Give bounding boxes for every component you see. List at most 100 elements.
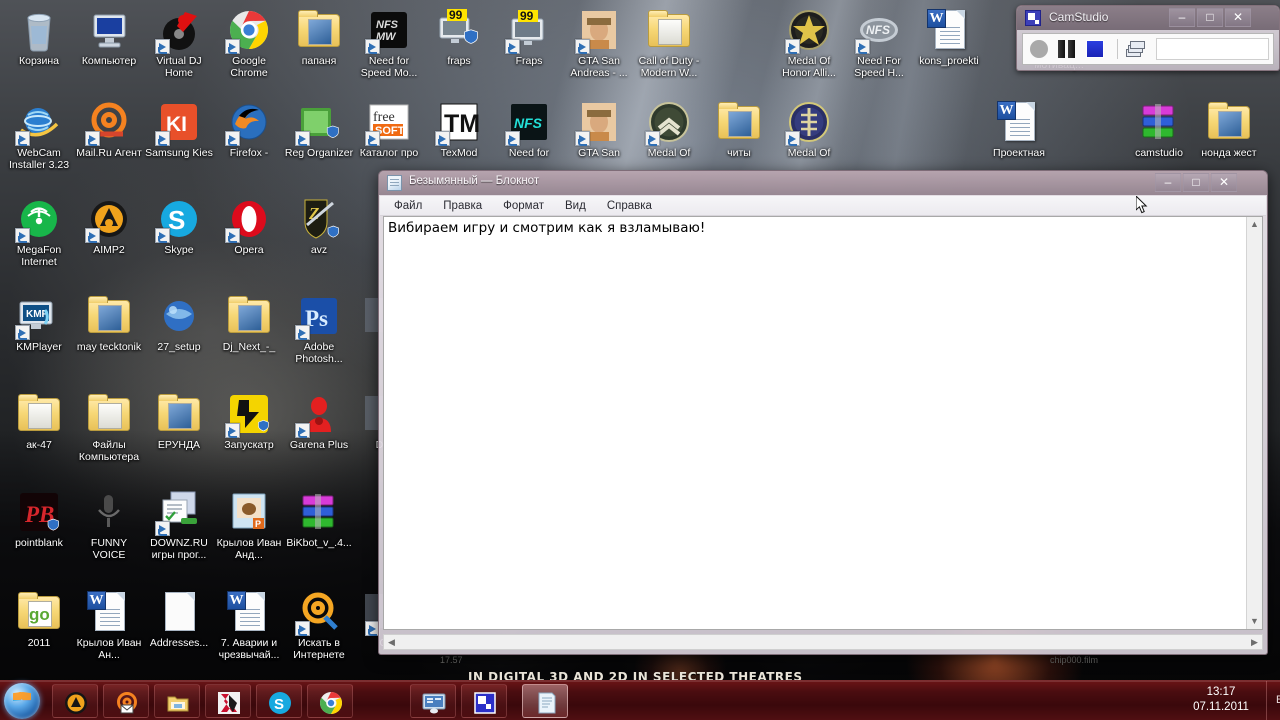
desktop-icon-garena[interactable]: Garena Plus [284, 390, 354, 452]
desktop-icon-folder-open[interactable]: Файлы Компьютера [74, 390, 144, 463]
desktop-icon-folder-pic[interactable]: may tecktonik [74, 292, 144, 354]
taskbar-item-system-app[interactable] [410, 684, 456, 718]
desktop-icon-chrome[interactable]: Google Chrome [214, 6, 284, 79]
shortcut-arrow-icon [575, 131, 590, 146]
camstudio-maximize-button[interactable]: □ [1197, 8, 1223, 27]
desktop-icon-avz[interactable]: Zavz [284, 195, 354, 257]
desktop-icon-aimp[interactable]: AIMP2 [74, 195, 144, 257]
menu-item-view[interactable]: Вид [563, 199, 588, 213]
stop-icon[interactable] [1083, 37, 1107, 61]
desktop-icon-nfs-mw[interactable]: NFS MW Need for Speed Mo... [354, 6, 424, 79]
desktop-icon-moh-blue[interactable]: Medal Of [774, 98, 844, 160]
notepad-maximize-button[interactable]: □ [1183, 173, 1209, 192]
desktop-icon-recycle-bin[interactable]: Корзина [4, 6, 74, 68]
taskbar-item-kaspersky[interactable] [205, 684, 251, 718]
desktop-icon-nfs-hot[interactable]: NFS Need For Speed H... [844, 6, 914, 79]
desktop-icon-folder-pic[interactable]: Dj_Next_-_ [214, 292, 284, 354]
fraps-icon: 99 [505, 6, 553, 54]
desktop-icon-word-doc[interactable]: W 7. Аварии и чрезвычай... [214, 588, 284, 661]
desktop-icon-word-doc[interactable]: Wkons_proekti [914, 6, 984, 68]
taskbar-item-explorer-folder[interactable] [154, 684, 200, 718]
desktop-icon-winrar[interactable]: camstudio [1124, 98, 1194, 160]
desktop-icon-blank-doc[interactable]: Addresses... [144, 588, 214, 650]
desktop-icon-word-doc[interactable]: W Проектная [984, 98, 1054, 160]
desktop-icon-mailru-search[interactable]: Искать в Интернете [284, 588, 354, 661]
camstudio-close-button[interactable]: ✕ [1225, 8, 1251, 27]
desktop-icon-virtualdj[interactable]: Virtual DJ Home [144, 6, 214, 79]
menu-item-edit[interactable]: Правка [441, 199, 484, 213]
layers-icon[interactable] [1124, 37, 1148, 61]
notepad-window[interactable]: Безымянный — Блокнот – □ ✕ Файл Правка Ф… [378, 170, 1268, 655]
show-desktop-button[interactable] [1266, 681, 1276, 720]
desktop-icon-megafon[interactable]: MegaFon Internet [4, 195, 74, 268]
desktop-icon-label: camstudio [1135, 147, 1183, 159]
desktop-icon-winrar[interactable]: BiKbot_v_.4... [284, 488, 354, 550]
camstudio-window[interactable]: CamStudio – □ ✕ [1016, 5, 1280, 71]
desktop-icon-fraps[interactable]: 99 Fraps [494, 6, 564, 68]
desktop-icon-gta-sa[interactable]: GTA San [564, 98, 634, 160]
desktop-icon-mailru[interactable]: Mail.Ru Агент [74, 98, 144, 160]
scroll-right-arrow-icon[interactable]: ▶ [1247, 635, 1262, 650]
desktop-icon-kmplayer[interactable]: KMP KMPlayer [4, 292, 74, 354]
desktop-icon-moh-chevron[interactable]: Medal Of [634, 98, 704, 160]
pointblank-icon: PB [15, 488, 63, 536]
desktop-icon-moh-star[interactable]: Medal Of Honor Alli... [774, 6, 844, 79]
desktop-icon-webcam[interactable]: WebCam Installer 3.23 [4, 98, 74, 171]
clock-date[interactable]: 07.11.2011 [1186, 701, 1256, 713]
desktop-icon-funnyvoice[interactable]: FUNNY VOICE [74, 488, 144, 561]
desktop-icon-computer[interactable]: Компьютер [74, 6, 144, 68]
desktop-icon-launcher[interactable]: Запускатр [214, 390, 284, 452]
desktop-icon-firefox[interactable]: Firefox - [214, 98, 284, 160]
menu-item-format[interactable]: Формат [501, 199, 546, 213]
desktop-icon-gta-sa[interactable]: GTA San Andreas - ... [564, 6, 634, 79]
camstudio-titlebar[interactable]: CamStudio – □ ✕ [1017, 6, 1279, 30]
taskbar-item-notepad[interactable] [522, 684, 568, 718]
desktop-icon-photoshop[interactable]: Ps Adobe Photosh... [284, 292, 354, 365]
menu-item-file[interactable]: Файл [392, 199, 424, 213]
desktop-icon-fraps-shield[interactable]: 99 fraps [424, 6, 494, 68]
desktop-icon-folder-pic[interactable]: нонда жест [1194, 98, 1264, 160]
desktop-icon-opera[interactable]: Opera [214, 195, 284, 257]
scroll-down-arrow-icon[interactable]: ▼ [1247, 614, 1262, 629]
folder-open-icon [15, 390, 63, 438]
camstudio-minimize-button[interactable]: – [1169, 8, 1195, 27]
desktop-icon-nfs-teal[interactable]: NFS Need for [494, 98, 564, 160]
notepad-minimize-button[interactable]: – [1155, 173, 1181, 192]
desktop-icon-folder-pic[interactable]: читы [704, 98, 774, 160]
taskbar-item-camstudio[interactable] [461, 684, 507, 718]
notepad-close-button[interactable]: ✕ [1211, 173, 1237, 192]
menu-item-help[interactable]: Справка [605, 199, 654, 213]
taskbar-item-chrome[interactable] [307, 684, 353, 718]
notepad-text-area[interactable]: Вибираем игру и смотрим как я взламываю!… [383, 216, 1263, 630]
notepad-vertical-scrollbar[interactable]: ▲ ▼ [1246, 217, 1262, 629]
start-button[interactable] [4, 683, 40, 719]
clock-time[interactable]: 13:17 [1186, 686, 1256, 698]
desktop-icon-folder-pic[interactable]: папаня [284, 6, 354, 68]
desktop-icon-notes[interactable]: DOWNZ.RU игры прог... [144, 488, 214, 561]
taskbar-item-aimp[interactable] [52, 684, 98, 718]
scroll-up-arrow-icon[interactable]: ▲ [1247, 217, 1262, 232]
desktop-icon-folder-pic[interactable]: ЕРУНДА [144, 390, 214, 452]
record-icon[interactable] [1027, 37, 1051, 61]
desktop-icon-label: GTA San [578, 147, 620, 159]
desktop-icon-kies[interactable]: KI Samsung Kies [144, 98, 214, 160]
taskbar-item-skype[interactable]: S [256, 684, 302, 718]
desktop-icon-folder-green[interactable]: go 2011 [4, 588, 74, 650]
notepad-titlebar[interactable]: Безымянный — Блокнот – □ ✕ [379, 171, 1267, 195]
desktop-icon-folder-open[interactable]: ак-47 [4, 390, 74, 452]
pause-icon[interactable] [1055, 37, 1079, 61]
desktop-icon-skype[interactable]: S Skype [144, 195, 214, 257]
desktop-icon-installer-ball[interactable]: 27_setup [144, 292, 214, 354]
scroll-left-arrow-icon[interactable]: ◀ [384, 635, 399, 650]
desktop-icon-ppt-doc[interactable]: P Крылов Иван Анд... [214, 488, 284, 561]
shortcut-arrow-icon [15, 325, 30, 340]
language-indicator[interactable]: EN [1276, 694, 1280, 706]
desktop-icon-word-doc[interactable]: W Крылов Иван Ан... [74, 588, 144, 661]
desktop-icon-texmod[interactable]: TM TexMod [424, 98, 494, 160]
desktop-icon-folder-open[interactable]: Call of Duty - Modern W... [634, 6, 704, 79]
notepad-horizontal-scrollbar[interactable]: ◀ ▶ [383, 634, 1263, 650]
desktop-icon-pointblank[interactable]: PB pointblank [4, 488, 74, 550]
desktop-icon-reg-organizer[interactable]: Reg Organizer [284, 98, 354, 160]
taskbar-item-mailru-agent[interactable] [103, 684, 149, 718]
desktop-icon-freesoft[interactable]: free SOFT Каталог про [354, 98, 424, 160]
